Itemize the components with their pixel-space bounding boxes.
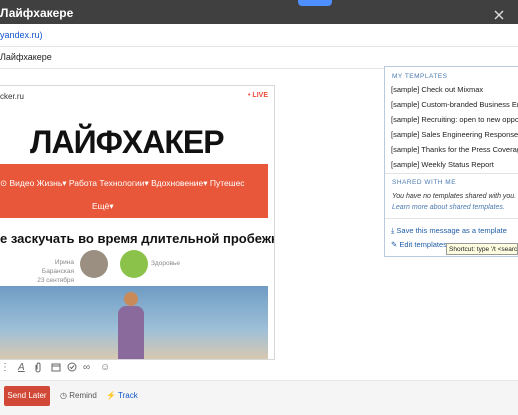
template-item[interactable]: [sample] Thanks for the Press Coverage bbox=[391, 145, 518, 154]
calendar-icon[interactable] bbox=[51, 362, 61, 375]
lightning-icon: ⚡ bbox=[106, 391, 116, 400]
emoji-icon[interactable]: ☺ bbox=[100, 362, 110, 373]
download-icon: ⤓ bbox=[391, 226, 395, 235]
author-avatar bbox=[80, 250, 108, 278]
templates-dropdown: MY TEMPLATES [sample] Check out Mixmax [… bbox=[384, 66, 518, 257]
nav-more[interactable]: Ещё▾ bbox=[92, 201, 114, 212]
compose-actions: Send Later ◷ Remind ⚡ Track bbox=[0, 380, 518, 415]
save-template-label: Save this message as a template bbox=[396, 226, 507, 235]
pencil-icon: ✎ bbox=[391, 240, 398, 249]
remind-label: Remind bbox=[69, 391, 97, 400]
edit-templates-label: Edit templates bbox=[399, 240, 447, 249]
template-item[interactable]: [sample] Weekly Status Report bbox=[391, 160, 494, 169]
send-later-button[interactable]: Send Later bbox=[4, 386, 50, 406]
nav-items[interactable]: ⊙ Видео Жизнь▾ Работа Технологии▾ Вдохно… bbox=[0, 178, 245, 189]
format-toolbar: ⋮ A ∞ ☺ bbox=[0, 360, 300, 376]
site-logo: ЛАЙФХАКЕР bbox=[30, 124, 225, 160]
link-icon[interactable]: ∞ bbox=[83, 362, 90, 373]
from-row[interactable]: yandex.ru) bbox=[0, 24, 518, 47]
my-templates-heading: MY TEMPLATES bbox=[392, 73, 448, 80]
runner-figure bbox=[124, 292, 138, 306]
divider bbox=[385, 218, 518, 219]
site-nav: ⊙ Видео Жизнь▾ Работа Технологии▾ Вдохно… bbox=[0, 164, 268, 218]
track-label: Track bbox=[118, 391, 138, 400]
search-tab-indicator[interactable] bbox=[298, 0, 332, 6]
template-item[interactable]: [sample] Recruiting: open to new opport bbox=[391, 115, 518, 124]
no-shared-message: You have no templates shared with you. bbox=[392, 193, 517, 200]
track-button[interactable]: ⚡ Track bbox=[106, 391, 138, 400]
attach-icon[interactable] bbox=[34, 362, 42, 376]
close-icon[interactable] bbox=[494, 7, 504, 20]
clock-icon: ◷ bbox=[60, 391, 67, 400]
remind-button[interactable]: ◷ Remind bbox=[60, 391, 97, 400]
template-item[interactable]: [sample] Check out Mixmax bbox=[391, 85, 483, 94]
subject-field[interactable]: Лайфхакере bbox=[0, 52, 52, 62]
shortcut-tooltip: Shortcut: type '/t <searc bbox=[446, 243, 518, 255]
check-icon[interactable] bbox=[67, 362, 77, 375]
underline-a-icon[interactable]: A bbox=[18, 362, 25, 373]
divider bbox=[385, 173, 518, 174]
author-name: Ирина Баранская bbox=[41, 259, 74, 275]
article-category: Здоровье bbox=[151, 260, 181, 267]
template-item[interactable]: [sample] Custom-branded Business Em bbox=[391, 100, 518, 109]
category-icon bbox=[120, 250, 148, 278]
from-address: yandex.ru) bbox=[0, 30, 43, 40]
window-title-bar: Лайфхакере bbox=[0, 0, 518, 24]
window-title: Лайфхакере bbox=[0, 6, 74, 20]
learn-more-link[interactable]: Learn more about shared templates. bbox=[392, 204, 505, 211]
template-item[interactable]: [sample] Sales Engineering Response bbox=[391, 130, 518, 139]
list-icon[interactable]: ⋮ bbox=[0, 362, 10, 373]
edit-templates-button[interactable]: ✎ Edit templates bbox=[391, 240, 447, 249]
runner-body bbox=[118, 306, 144, 359]
email-preview: cker.ru • LIVE ЛАЙФХАКЕР ⊙ Видео Жизнь▾ … bbox=[0, 85, 275, 360]
article-photo bbox=[0, 286, 268, 359]
save-template-button[interactable]: ⤓ Save this message as a template bbox=[391, 226, 507, 236]
site-url: cker.ru bbox=[0, 92, 25, 101]
article-headline[interactable]: е заскучать во время длительной пробежки bbox=[0, 231, 274, 246]
shared-templates-heading: SHARED WITH ME bbox=[392, 179, 457, 186]
live-badge: • LIVE bbox=[248, 92, 268, 99]
